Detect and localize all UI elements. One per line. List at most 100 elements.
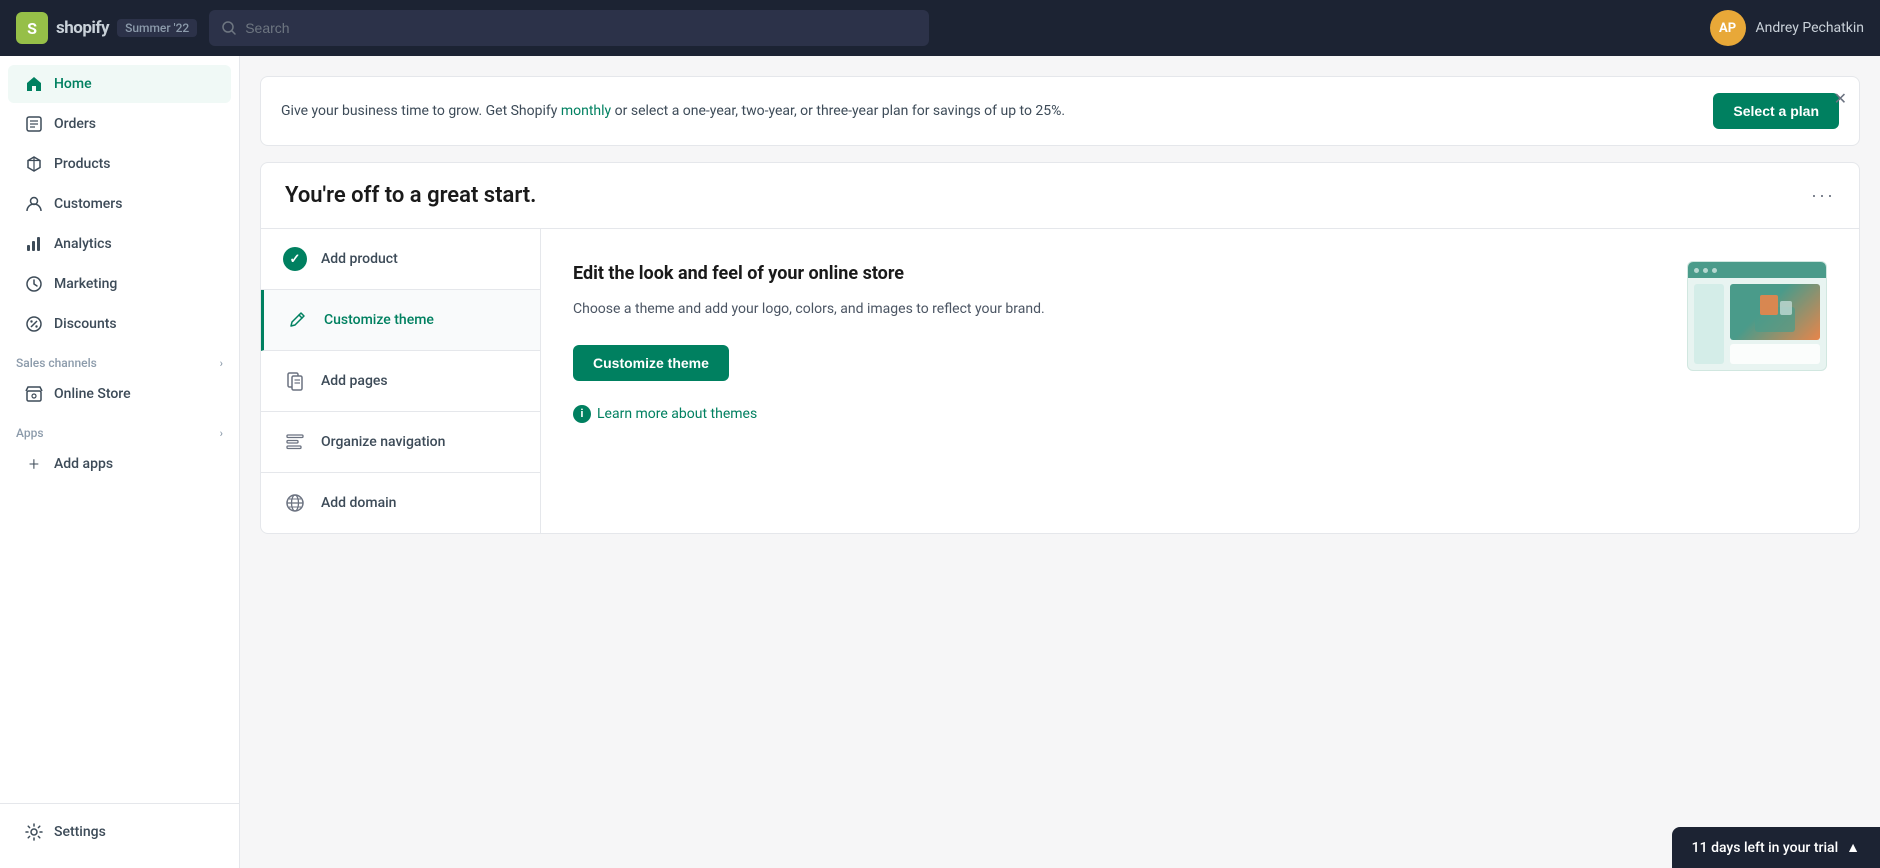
step-add-pages[interactable]: Add pages — [261, 351, 540, 412]
add-apps-icon: + — [24, 454, 44, 474]
info-icon: i — [573, 405, 591, 423]
settings-label: Settings — [54, 824, 106, 840]
search-input[interactable] — [245, 20, 917, 36]
step-detail-desc: Choose a theme and add your logo, colors… — [573, 298, 1663, 320]
svg-text:S: S — [27, 19, 37, 38]
step-organize-nav-label: Organize navigation — [321, 434, 445, 450]
summer-badge: Summer '22 — [117, 19, 197, 37]
theme-preview-main — [1730, 284, 1820, 364]
preview-dot-2 — [1703, 268, 1708, 273]
settings-icon — [24, 822, 44, 842]
organize-nav-icon — [281, 428, 309, 456]
step-add-pages-label: Add pages — [321, 373, 388, 389]
learn-more-label: Learn more about themes — [597, 406, 757, 422]
step-detail: Edit the look and feel of your online st… — [541, 229, 1859, 533]
trial-bar-text: 11 days left in your trial — [1692, 840, 1838, 856]
discounts-icon — [24, 314, 44, 334]
sidebar-item-home[interactable]: Home — [8, 65, 231, 103]
sidebar-item-discounts[interactable]: Discounts — [8, 305, 231, 343]
theme-preview-sidebar — [1694, 284, 1724, 364]
topbar: S shopify Summer '22 AP Andrey Pechatkin — [0, 0, 1880, 56]
avatar: AP — [1710, 10, 1746, 46]
apps-label: Apps — [16, 426, 44, 440]
select-plan-button[interactable]: Select a plan — [1713, 93, 1839, 129]
sidebar-item-settings[interactable]: Settings — [8, 813, 231, 851]
step-detail-content: Edit the look and feel of your online st… — [573, 261, 1663, 423]
trial-bar-arrow-icon: ▲ — [1846, 839, 1860, 856]
sidebar-item-customers[interactable]: Customers — [8, 185, 231, 223]
step-add-domain-label: Add domain — [321, 495, 396, 511]
step-add-product[interactable]: Add product — [261, 229, 540, 290]
home-label: Home — [54, 76, 92, 92]
sidebar-item-online-store[interactable]: Online Store — [8, 375, 231, 413]
learn-more-link[interactable]: i Learn more about themes — [573, 405, 1663, 423]
theme-preview-hero — [1730, 284, 1820, 340]
orders-icon — [24, 114, 44, 134]
add-pages-icon — [281, 367, 309, 395]
products-label: Products — [54, 156, 111, 172]
steps-list: Add product Customize theme — [261, 229, 541, 533]
upgrade-banner: Give your business time to grow. Get Sho… — [260, 76, 1860, 146]
search-icon — [221, 20, 237, 36]
step-organize-navigation[interactable]: Organize navigation — [261, 412, 540, 473]
step-customize-theme-label: Customize theme — [324, 312, 434, 328]
step-add-domain[interactable]: Add domain — [261, 473, 540, 533]
theme-preview-card — [1730, 344, 1820, 364]
topbar-right: AP Andrey Pechatkin — [1710, 10, 1864, 46]
customize-theme-icon — [284, 306, 312, 334]
apps-chevron-icon: › — [220, 427, 223, 440]
orders-label: Orders — [54, 116, 96, 132]
banner-text: Give your business time to grow. Get Sho… — [281, 101, 1697, 122]
discounts-label: Discounts — [54, 316, 117, 332]
marketing-icon — [24, 274, 44, 294]
sidebar-item-marketing[interactable]: Marketing — [8, 265, 231, 303]
step-add-product-label: Add product — [321, 251, 398, 267]
theme-preview-header — [1688, 262, 1826, 278]
main-layout: Home Orders Pro — [0, 56, 1880, 868]
sidebar-item-orders[interactable]: Orders — [8, 105, 231, 143]
sidebar-item-add-apps[interactable]: + Add apps — [8, 445, 231, 483]
customize-theme-button[interactable]: Customize theme — [573, 345, 729, 381]
sidebar-item-products[interactable]: Products — [8, 145, 231, 183]
setup-card-title: You're off to a great start. — [285, 183, 536, 208]
analytics-icon — [24, 234, 44, 254]
trial-bar[interactable]: 11 days left in your trial ▲ — [1672, 827, 1880, 868]
setup-card-body: Add product Customize theme — [261, 229, 1859, 533]
content-area: Give your business time to grow. Get Sho… — [240, 56, 1880, 868]
step-customize-theme[interactable]: Customize theme — [261, 290, 540, 351]
online-store-label: Online Store — [54, 386, 131, 402]
step-detail-title: Edit the look and feel of your online st… — [573, 261, 1663, 286]
customers-icon — [24, 194, 44, 214]
sales-channels-section: Sales channels › — [0, 344, 239, 374]
user-name: Andrey Pechatkin — [1756, 20, 1864, 36]
theme-preview-body — [1688, 278, 1826, 370]
marketing-label: Marketing — [54, 276, 117, 292]
shopify-logo-icon: S — [16, 12, 48, 44]
chevron-right-icon: › — [220, 357, 223, 370]
hero-illustration — [1750, 287, 1800, 337]
analytics-label: Analytics — [54, 236, 112, 252]
more-options-button[interactable]: ··· — [1811, 185, 1835, 206]
setup-card-header: You're off to a great start. ··· — [261, 163, 1859, 229]
sidebar-item-analytics[interactable]: Analytics — [8, 225, 231, 263]
search-bar[interactable] — [209, 10, 929, 46]
home-icon — [24, 74, 44, 94]
banner-close-button[interactable]: ✕ — [1834, 89, 1847, 109]
completed-check-icon — [283, 247, 307, 271]
sidebar-footer: Settings — [0, 803, 239, 860]
apps-section: Apps › — [0, 414, 239, 444]
add-apps-label: Add apps — [54, 456, 113, 472]
sales-channels-label: Sales channels — [16, 356, 97, 370]
customers-label: Customers — [54, 196, 122, 212]
store-icon — [24, 384, 44, 404]
preview-dot-1 — [1694, 268, 1699, 273]
preview-dot-3 — [1712, 268, 1717, 273]
add-domain-icon — [281, 489, 309, 517]
topbar-logo: S shopify Summer '22 — [16, 12, 197, 44]
monthly-link[interactable]: monthly — [561, 103, 611, 119]
sidebar: Home Orders Pro — [0, 56, 240, 868]
step-check-icon — [281, 245, 309, 273]
products-icon — [24, 154, 44, 174]
shopify-wordmark: shopify — [56, 18, 109, 38]
theme-preview-image — [1687, 261, 1827, 371]
